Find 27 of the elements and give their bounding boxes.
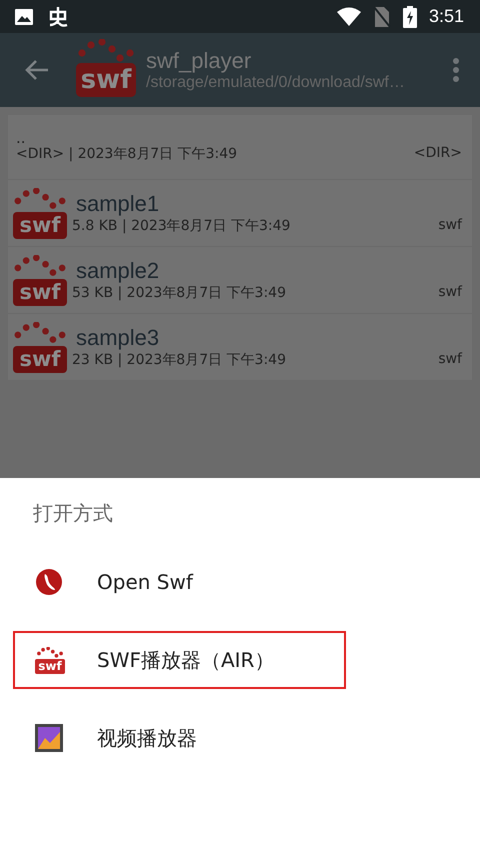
back-icon[interactable] (24, 59, 50, 81)
gallery-icon (35, 724, 63, 752)
file-details: 5.8 KB | 2023年8月7日 下午3:49 (72, 217, 290, 235)
file-name[interactable]: sample2 (76, 258, 462, 284)
file-name[interactable]: sample1 (76, 191, 462, 217)
file-details: 23 KB | 2023年8月7日 下午3:49 (72, 351, 286, 369)
status-time: 3:51 (428, 6, 464, 27)
file-type: <DIR> (414, 145, 462, 163)
image-icon (14, 8, 34, 26)
sheet-title: 打开方式 (33, 500, 114, 527)
parent-dir-name[interactable]: .. (16, 131, 462, 145)
app-option[interactable]: Open Swf (13, 553, 346, 611)
no-sim-icon (372, 6, 391, 28)
file-details: <DIR> | 2023年8月7日 下午3:49 (16, 145, 238, 163)
file-name[interactable]: sample3 (76, 325, 462, 351)
wifi-icon (336, 6, 361, 26)
app-option[interactable]: 视频播放器 (13, 709, 346, 767)
file-type: swf (438, 217, 462, 235)
file-type: swf (438, 284, 462, 302)
file-details: 53 KB | 2023年8月7日 下午3:49 (72, 284, 286, 302)
file-type: swf (438, 351, 462, 369)
app-option[interactable]: swf SWF播放器（AIR） (13, 631, 346, 689)
folder-title: swf_player (146, 48, 252, 74)
more-icon[interactable] (452, 57, 460, 83)
folder-path: /storage/emulated/0/download/swf… (146, 74, 406, 92)
round-logo-icon (35, 568, 63, 596)
battery-icon (402, 6, 417, 28)
